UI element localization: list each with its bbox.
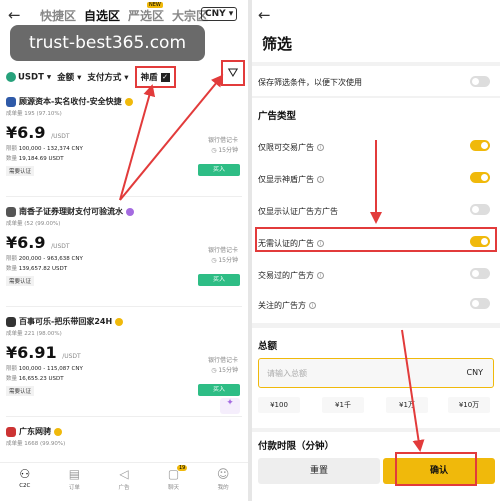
nav-chat[interactable]: ▢ 聊天 [149, 463, 199, 501]
ad-item[interactable]: 南香子证券理财支付可验流水 成单量 (52 (99.00%) ¥6.9 /USD… [6, 206, 246, 307]
filter-bar: USDT ▾ 金额 ▾ 支付方式 ▾ 神盾 ✓ [6, 66, 176, 88]
quick-amount-10k[interactable]: ¥1万 [386, 397, 428, 413]
reset-button[interactable]: 重置 [258, 458, 380, 484]
tab-select[interactable]: 严选区 [128, 7, 164, 24]
buy-button[interactable]: 买入 [198, 274, 240, 286]
toggle-verified-only[interactable] [470, 204, 490, 215]
sparkle-icon[interactable]: ✦ [220, 398, 240, 414]
watermark: trust-best365.com [10, 25, 205, 61]
nav-ads[interactable]: ◁ 广告 [99, 463, 149, 501]
ad-type-heading: 广告类型 [258, 111, 297, 122]
verified-badge-icon [124, 97, 133, 106]
bottom-nav: ⚇ C2C ▤ 订单 ◁ 广告 ▢ 聊天 ☺ 我的 19 [0, 462, 248, 501]
shendun-filter[interactable]: 神盾 ✓ [134, 66, 176, 88]
chat-count-badge: 19 [177, 465, 188, 471]
toggle-followed[interactable] [470, 298, 490, 309]
order-stats: 成单量 195 (97.10%) [6, 111, 62, 117]
shendun-label: 神盾 [140, 73, 158, 83]
amount-currency: CNY [466, 368, 483, 377]
filter-header: ← 筛选 [252, 0, 500, 62]
payment-method: 银行借记卡 ◷ 15分钟 [207, 357, 238, 374]
tab-custom[interactable]: 自选区 [84, 7, 120, 24]
usdt-icon [6, 71, 16, 82]
pay-time-heading: 付款时限（分钟） [258, 441, 335, 452]
toggle-shendun[interactable] [470, 172, 490, 183]
save-filter-row: 保存筛选条件，以便下次使用 [252, 66, 500, 96]
quick-amount-100[interactable]: ¥100 [258, 397, 300, 413]
chat-icon: ▢ [167, 467, 180, 481]
nav-c2c[interactable]: ⚇ C2C [0, 463, 50, 501]
merchant-name[interactable]: 顾源资本-实名收付-安全快捷 [6, 96, 246, 107]
toggle-tradeable[interactable] [470, 140, 490, 151]
ad-item[interactable]: 广东网骋 成单量 1668 (99.90%) [6, 426, 246, 456]
avatar [6, 426, 16, 437]
auth-required-badge: 需要认证 [6, 386, 35, 396]
avatar [6, 96, 16, 107]
currency-select[interactable]: CNY ▾ [201, 7, 238, 21]
nav-profile[interactable]: ☺ 我的 [198, 463, 248, 501]
market-tabs: 快捷区 自选区 严选区 大宗区 [40, 7, 208, 24]
avatar [6, 316, 16, 327]
merchant-name[interactable]: 南香子证券理财支付可验流水 [6, 206, 246, 217]
option-traded: 交易过的广告方 i [258, 270, 324, 281]
ad-item[interactable]: 百事可乐-把乐带回家24H 成单量 221 (98.00%) ¥6.91 /US… [6, 316, 246, 417]
divider [6, 416, 242, 417]
info-icon: i [309, 302, 316, 309]
order-stats: 成单量 221 (98.00%) [6, 331, 62, 337]
ad-item[interactable]: 顾源资本-实名收付-安全快捷 成单量 195 (97.10%) ¥6.9 /US… [6, 96, 246, 197]
auth-required-badge: 需要认证 [6, 166, 35, 176]
people-icon: ⚇ [19, 467, 31, 481]
coin-filter[interactable]: USDT ▾ [6, 71, 51, 82]
buy-button[interactable]: 买入 [198, 384, 240, 396]
auth-required-badge: 需要认证 [6, 276, 35, 286]
save-filter-label: 保存筛选条件，以便下次使用 [258, 78, 362, 87]
amount-filter[interactable]: 金额 ▾ [57, 71, 81, 83]
avatar [6, 206, 16, 217]
payment-method: 银行借记卡 ◷ 15分钟 [207, 137, 238, 154]
toggle-traded[interactable] [470, 268, 490, 279]
info-icon: i [317, 272, 324, 279]
save-filter-toggle[interactable] [470, 76, 490, 87]
filter-funnel-icon[interactable]: ⛛ [221, 60, 245, 86]
divider [6, 196, 242, 197]
checkbox-checked-icon[interactable]: ✓ [160, 72, 170, 82]
amount-input[interactable]: 请输入总额 CNY [258, 358, 494, 388]
ad-type-section: 广告类型 仅限可交易广告 i 仅显示神盾广告 i 仅显示认证广告方广告 无需认证的广… [252, 98, 500, 323]
filter-panel: ← 筛选 🔔︎ 保存筛选条件，以便下次使用 广告类型 仅限可交易广告i 仅显示神… [252, 0, 500, 501]
highlight-box-no-auth [255, 227, 497, 252]
quick-amount-100k[interactable]: ¥10万 [448, 397, 490, 413]
verified-badge-icon [126, 207, 134, 216]
payment-method: 银行借记卡 ◷ 15分钟 [207, 247, 238, 264]
info-icon: i [317, 144, 324, 151]
option-tradeable: 仅限可交易广告 i [258, 142, 324, 153]
order-stats: 成单量 (52 (99.00%) [6, 221, 61, 227]
buy-button[interactable]: 买入 [198, 164, 240, 176]
page-title: 筛选 [262, 35, 293, 53]
highlight-box-confirm [395, 452, 477, 486]
amount-heading: 总额 [258, 341, 278, 352]
orders-icon: ▤ [68, 467, 81, 481]
info-icon: i [317, 176, 324, 183]
back-arrow-icon[interactable]: ← [8, 6, 21, 24]
option-shendun: 仅显示神盾广告 i [258, 174, 324, 185]
new-badge: NEW [147, 2, 163, 8]
amount-placeholder: 请输入总额 [267, 369, 307, 378]
user-icon: ☺ [216, 467, 230, 481]
verified-badge-icon [54, 427, 62, 436]
megaphone-icon: ◁ [119, 467, 129, 481]
market-panel: ← 快捷区 自选区 严选区 大宗区 NEW CNY ▾ trust-best36… [0, 0, 248, 501]
tab-quick[interactable]: 快捷区 [40, 7, 76, 24]
payment-filter[interactable]: 支付方式 ▾ [87, 71, 128, 83]
divider [6, 306, 242, 307]
option-followed: 关注的广告方 i [258, 300, 316, 311]
merchant-name[interactable]: 广东网骋 [6, 426, 246, 437]
nav-orders[interactable]: ▤ 订单 [50, 463, 100, 501]
verified-badge-icon [115, 317, 124, 326]
option-verified-only: 仅显示认证广告方广告 [258, 207, 338, 216]
quick-amount-1k[interactable]: ¥1千 [322, 397, 364, 413]
order-stats: 成单量 1668 (99.90%) [6, 441, 66, 447]
merchant-name[interactable]: 百事可乐-把乐带回家24H [6, 316, 246, 327]
back-arrow-icon[interactable]: ← [258, 6, 271, 24]
